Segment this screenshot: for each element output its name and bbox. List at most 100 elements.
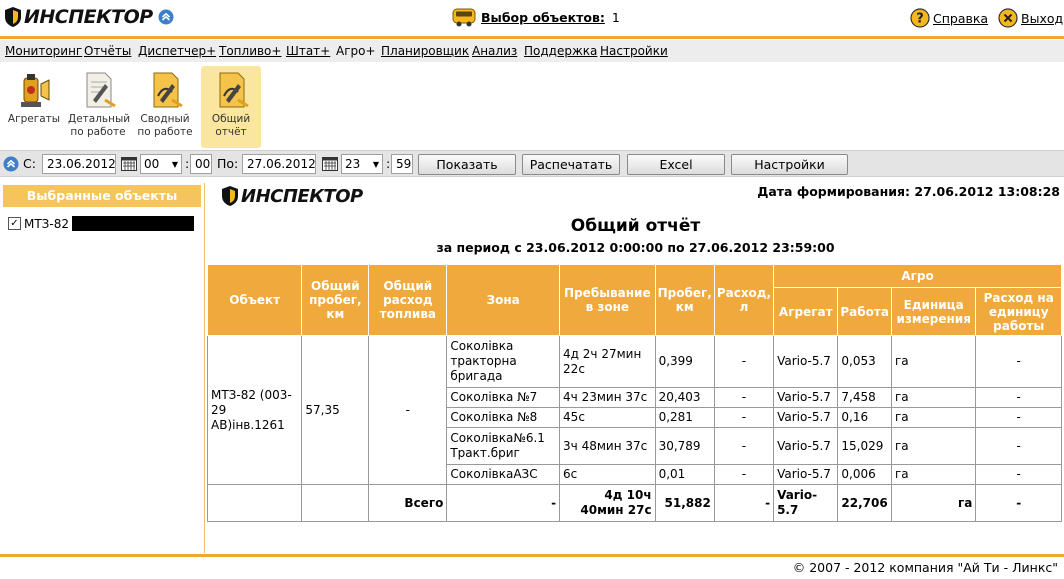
zone-cell: Соколівка тракторна бригада (446, 335, 561, 388)
total-empty-cell (206, 484, 303, 522)
main-menu: Мониторинг Отчёты Диспетчер+ Топливо+ Шт… (0, 40, 1064, 62)
mileage-cell: 0,399 (654, 335, 715, 388)
generation-date: Дата формирования: 27.06.2012 13:08:28 (757, 184, 1060, 199)
stay-cell: 4ч 23мин 37с (559, 387, 656, 408)
object-cell: МТЗ-82 (003-29 АВ)інв.1261 (206, 335, 303, 485)
col-header-object: Объект (206, 264, 303, 336)
help-link[interactable]: Справка (933, 11, 988, 26)
menu-item-agro[interactable]: Агро+ (336, 44, 376, 58)
col-header-per-unit: Расход на единицу работы (975, 287, 1062, 336)
fuel-cell: - (713, 387, 775, 408)
bus-icon (452, 8, 476, 27)
aggregate-cell: Vario-5.7 (773, 407, 839, 428)
menu-item-dispatcher[interactable]: Диспетчер+ (138, 44, 216, 58)
footer-divider (0, 554, 1064, 557)
zone-cell: Соколівка №7 (446, 387, 561, 408)
report-logo: ИНСПЕКТОР (221, 185, 363, 207)
aggregate-cell: Vario-5.7 (773, 464, 839, 485)
report-logo-text: ИНСПЕКТОР (241, 185, 363, 207)
tool-label: Агрегаты (7, 113, 61, 125)
col-header-work: Работа (837, 287, 892, 336)
tool-label: Детальный по работе (68, 113, 131, 138)
to-minute-input[interactable]: 59 (391, 154, 413, 174)
select-objects-link[interactable]: Выбор объектов: (481, 10, 605, 25)
unit-cell: га (890, 464, 977, 485)
unit-cell: га (890, 387, 977, 408)
menu-item-analysis[interactable]: Анализ (472, 44, 517, 58)
total-mileage-cell: 51,882 (654, 484, 715, 522)
calendar-icon[interactable] (322, 157, 338, 171)
total-unit-cell: га (890, 484, 977, 522)
per-unit-cell: - (975, 387, 1062, 408)
work-cell: 0,16 (837, 407, 892, 428)
aggregate-cell: Vario-5.7 (773, 335, 839, 388)
collapse-up-icon[interactable] (158, 9, 174, 25)
show-button[interactable]: Показать (418, 154, 516, 175)
object-fuel-cell: - (368, 335, 448, 485)
settings-button[interactable]: Настройки (731, 154, 848, 175)
aggregate-cell: Vario-5.7 (773, 387, 839, 408)
to-date-input[interactable]: 27.06.2012 (242, 154, 316, 174)
mileage-cell: 30,789 (654, 427, 715, 465)
mileage-cell: 0,01 (654, 464, 715, 485)
per-unit-cell: - (975, 407, 1062, 428)
exit-link-group[interactable]: Выход (998, 8, 1063, 28)
menu-item-support[interactable]: Поддержка (524, 44, 597, 58)
report-period: за период с 23.06.2012 0:00:00 по 27.06.… (436, 240, 835, 255)
total-aggregate-cell: Vario-5.7 (773, 484, 839, 522)
total-per-unit-cell: - (975, 484, 1062, 522)
tool-detail-report[interactable]: Детальный по работе (68, 66, 131, 148)
svg-text:?: ? (916, 12, 924, 27)
from-minute-input[interactable]: 00 (190, 154, 212, 174)
tool-summary-report[interactable]: Сводный по работе (135, 66, 195, 148)
tool-general-report[interactable]: Общий отчёт (201, 66, 261, 148)
period-filter-bar: С: 23.06.2012 00 ▼ : 00 По: 27.06.2012 2… (0, 150, 1064, 177)
from-date-input[interactable]: 23.06.2012 (42, 154, 116, 174)
object-name: МТЗ-82 (24, 216, 69, 231)
general-report-icon (219, 72, 249, 108)
menu-item-planner[interactable]: Планировщик (381, 44, 469, 58)
menu-item-monitoring[interactable]: Мониторинг (5, 44, 82, 58)
col-header-agro: Агро (773, 264, 1062, 288)
collapse-up-icon[interactable] (3, 156, 19, 172)
to-label: По: (217, 156, 239, 171)
app-logo[interactable]: ИНСПЕКТОР (4, 6, 174, 28)
aggregates-icon (21, 74, 50, 107)
menu-item-staff[interactable]: Штат+ (286, 44, 330, 58)
select-objects[interactable]: Выбор объектов: 1 (451, 6, 620, 28)
mileage-cell: 0,281 (654, 407, 715, 428)
total-work-cell: 22,706 (837, 484, 892, 522)
help-link-group[interactable]: ? Справка (910, 8, 988, 28)
detail-report-icon (86, 72, 116, 108)
tool-aggregates[interactable]: Агрегаты (4, 66, 64, 148)
menu-item-settings[interactable]: Настройки (600, 44, 668, 58)
work-cell: 0,006 (837, 464, 892, 485)
total-stay-cell: 4д 10ч 40мин 27с (559, 484, 656, 522)
aggregate-cell: Vario-5.7 (773, 427, 839, 465)
from-hour-select[interactable]: 00 ▼ (140, 154, 182, 174)
table-row: МТЗ-82 (003-29 АВ)інв.1261 57,35 - Сокол… (206, 335, 1062, 485)
menu-item-fuel[interactable]: Топливо+ (219, 44, 281, 58)
agro-toolbar: Агрегаты Детальный по работе Сводный по … (0, 62, 1064, 150)
unit-cell: га (890, 427, 977, 465)
fuel-cell: - (713, 335, 775, 388)
total-zone-cell: - (446, 484, 561, 522)
help-icon: ? (910, 8, 930, 28)
from-hour-value: 00 (144, 157, 160, 171)
header-divider (0, 36, 1064, 39)
calendar-icon[interactable] (121, 157, 137, 171)
fuel-cell: - (713, 464, 775, 485)
object-checkbox[interactable]: ✓ (8, 217, 21, 230)
shield-logo-icon (222, 186, 238, 206)
to-hour-select[interactable]: 23 ▼ (341, 154, 383, 174)
excel-button[interactable]: Excel (627, 154, 725, 175)
print-button[interactable]: Распечатать (522, 154, 620, 175)
mileage-cell: 20,403 (654, 387, 715, 408)
object-list-item[interactable]: ✓ МТЗ-82 (8, 216, 194, 231)
col-header-unit: Единица измерения (890, 287, 977, 336)
exit-link[interactable]: Выход (1021, 11, 1063, 26)
menu-item-reports[interactable]: Отчёты (84, 44, 131, 58)
work-cell: 15,029 (837, 427, 892, 465)
unit-cell: га (890, 335, 977, 388)
zone-cell: Соколівка №8 (446, 407, 561, 428)
